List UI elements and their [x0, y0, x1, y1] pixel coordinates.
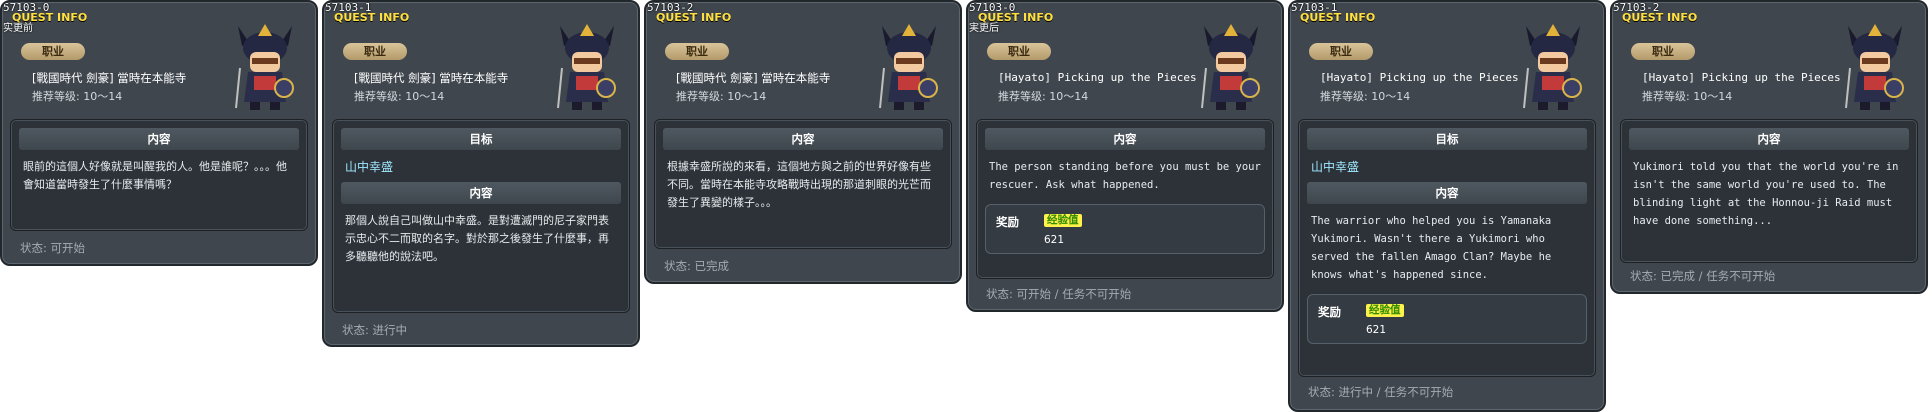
pre-label: 实更前 — [3, 23, 33, 34]
content-box: 内容 Yukimori told you that the world you'… — [1620, 119, 1918, 263]
target-npc-name: 山中幸盛 — [1311, 160, 1360, 174]
reward-label: 奖励 — [996, 215, 1019, 229]
exp-value: 621 — [1366, 324, 1387, 336]
content-section-header: 内容 — [19, 128, 299, 150]
content-box: 目标 山中幸盛 内容 The warrior who helped you is… — [1298, 119, 1596, 377]
target-section-header: 目标 — [341, 128, 621, 150]
content-text: 眼前的這個人好像就是叫醒我的人。他是誰呢？。。。他會知道當時發生了什麼事情嗎？ — [23, 160, 287, 191]
quest-panel: 57103-1 QUEST INFO 职业 [Hayato] Picking u… — [1288, 0, 1606, 412]
recommended-level: 推荐等级: 10～14 — [1642, 90, 1733, 103]
content-section-header: 内容 — [341, 182, 621, 204]
exp-value: 621 — [1044, 234, 1065, 246]
quest-status: 状态: 可开始 — [20, 241, 86, 255]
quest-panel: 57103-2 QUEST INFO 职业 [Hayato] Picking u… — [1610, 0, 1928, 294]
quest-title: [戰國時代 劍豪] 當時在本能寺 — [354, 71, 509, 85]
exp-badge: 经验值 — [1044, 214, 1082, 227]
npc-portrait-icon — [1201, 24, 1260, 110]
content-section-header: 内容 — [1307, 182, 1587, 204]
quest-panel: 57103-2 QUEST INFO 职业 [戰國時代 劍豪] 當時在本能寺 推… — [644, 0, 962, 284]
recommended-level: 推荐等级: 10～14 — [998, 90, 1089, 103]
content-text: The person standing before you must be y… — [989, 161, 1261, 191]
recommended-level: 推荐等级: 10～14 — [354, 90, 445, 103]
pre-label: 実更后 — [969, 23, 999, 34]
content-box: 内容 根據幸盛所說的來看，這個地方與之前的世界好像有些不同。當時在本能寺攻略戰時… — [654, 119, 952, 249]
quest-status: 状态: 进行中 — [342, 323, 408, 337]
content-box: 目标 山中幸盛 内容 那個人說自己叫做山中幸盛。是對遭滅門的尼子家門表示忠心不二… — [332, 119, 630, 313]
npc-portrait-icon — [557, 24, 616, 110]
reward-label: 奖励 — [1318, 305, 1341, 319]
quest-info-header: QUEST INFO — [1300, 11, 1376, 24]
job-badge: 职业 — [21, 43, 85, 60]
content-box: 内容 The person standing before you must b… — [976, 119, 1274, 279]
npc-portrait-icon — [1845, 24, 1904, 110]
quest-panel: 57103-1 QUEST INFO 职业 [戰國時代 劍豪] 當時在本能寺 推… — [322, 0, 640, 347]
target-npc-name: 山中幸盛 — [345, 160, 394, 174]
content-box: 内容 眼前的這個人好像就是叫醒我的人。他是誰呢？。。。他會知道當時發生了什麼事情… — [10, 119, 308, 231]
job-badge: 职业 — [1309, 43, 1373, 60]
job-badge: 职业 — [343, 43, 407, 60]
quest-title: [Hayato] Picking up the Pieces — [1320, 71, 1519, 84]
reward-box: 奖励 经验值 621 — [985, 204, 1265, 254]
quest-title: [戰國時代 劍豪] 當時在本能寺 — [32, 71, 187, 85]
quest-status: 状态: 进行中 / 任务不可开始 — [1308, 385, 1454, 399]
quest-status: 状态: 已完成 — [664, 259, 730, 273]
content-section-header: 内容 — [985, 128, 1265, 150]
job-badge: 职业 — [987, 43, 1051, 60]
npc-portrait-icon — [235, 24, 294, 110]
quest-panel: 57103-0 QUEST INFO 実更后 职业 [Hayato] Picki… — [966, 0, 1284, 312]
quest-panel: 57103-0 QUEST INFO 实更前 职业 [戰國時代 劍豪] 當時在本… — [0, 0, 318, 266]
quest-status: 状态: 已完成 / 任务不可开始 — [1630, 269, 1776, 283]
quest-info-header: QUEST INFO — [656, 11, 732, 24]
quest-info-header: QUEST INFO — [1622, 11, 1698, 24]
content-text: 那個人說自己叫做山中幸盛。是對遭滅門的尼子家門表示忠心不二而取的名字。對於那之後… — [345, 214, 609, 263]
quest-title: [Hayato] Picking up the Pieces — [1642, 71, 1841, 84]
recommended-level: 推荐等级: 10～14 — [32, 90, 123, 103]
content-section-header: 内容 — [663, 128, 943, 150]
recommended-level: 推荐等级: 10～14 — [1320, 90, 1411, 103]
quest-info-header: QUEST INFO — [334, 11, 410, 24]
job-badge: 职业 — [665, 43, 729, 60]
content-text: 根據幸盛所說的來看，這個地方與之前的世界好像有些不同。當時在本能寺攻略戰時出現的… — [667, 160, 931, 209]
job-badge: 职业 — [1631, 43, 1695, 60]
npc-portrait-icon — [1523, 24, 1582, 110]
npc-portrait-icon — [879, 24, 938, 110]
reward-box: 奖励 经验值 621 — [1307, 294, 1587, 344]
target-section-header: 目标 — [1307, 128, 1587, 150]
quest-title: [Hayato] Picking up the Pieces — [998, 71, 1197, 84]
quest-title: [戰國時代 劍豪] 當時在本能寺 — [676, 71, 831, 85]
content-text: Yukimori told you that the world you're … — [1633, 161, 1899, 227]
recommended-level: 推荐等级: 10～14 — [676, 90, 767, 103]
exp-badge: 经验值 — [1366, 304, 1404, 317]
quest-status: 状态: 可开始 / 任务不可开始 — [986, 287, 1132, 301]
content-section-header: 内容 — [1629, 128, 1909, 150]
content-text: The warrior who helped you is Yamanaka Y… — [1311, 215, 1552, 281]
